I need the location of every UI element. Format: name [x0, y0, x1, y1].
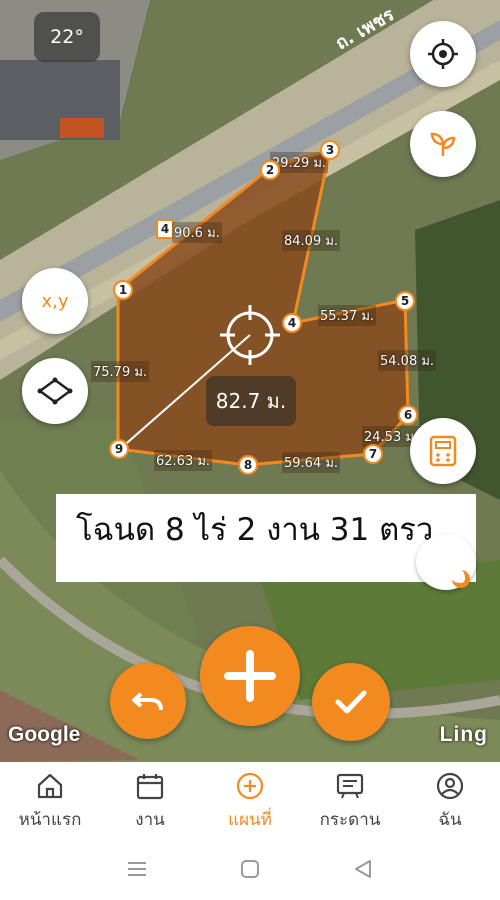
vertex-marker[interactable]: 1 — [113, 280, 133, 300]
plus-icon — [224, 650, 276, 702]
nav-profile[interactable]: ฉัน — [400, 762, 500, 838]
nav-label: งาน — [135, 810, 165, 830]
calculator-icon — [429, 435, 457, 467]
add-point-button[interactable] — [200, 626, 300, 726]
sprout-icon — [430, 132, 456, 156]
coordinate-button[interactable]: x,y — [22, 268, 88, 334]
menu-icon[interactable] — [126, 860, 148, 878]
vertex-marker[interactable]: 8 — [238, 455, 258, 475]
undo-icon — [132, 692, 163, 711]
calendar-icon — [136, 774, 164, 800]
segment-label: 90.6 ม. — [172, 222, 222, 243]
nav-board[interactable]: กระดาน — [300, 762, 400, 838]
user-icon — [436, 772, 464, 800]
nav-label: แผนที่ — [228, 810, 272, 830]
vertex-marker[interactable]: 9 — [109, 439, 129, 459]
distance-readout: 82.7 ม. — [206, 376, 296, 426]
segment-label: 55.37 ม. — [318, 305, 377, 326]
confirm-button[interactable] — [312, 663, 390, 741]
nav-tasks[interactable]: งาน — [100, 762, 200, 838]
segment-label: 84.09 ม. — [282, 230, 341, 251]
system-navigation-bar — [0, 838, 500, 900]
bottom-navigation: หน้าแรก งาน แผนที่ กระดาน ฉัน — [0, 762, 500, 838]
nav-map[interactable]: แผนที่ — [200, 762, 300, 838]
vertex-marker[interactable]: 5 — [395, 291, 415, 311]
toggle-handle[interactable] — [416, 534, 476, 590]
segment-label: 54.08 ม. — [378, 350, 437, 371]
crosshair-icon — [428, 39, 458, 69]
nav-label: ฉัน — [438, 810, 462, 830]
segment-label: 59.64 ม. — [282, 452, 341, 473]
home-button-icon[interactable] — [239, 858, 261, 880]
provider-attribution: Ling — [439, 723, 488, 746]
locate-button[interactable] — [410, 21, 476, 87]
nav-home[interactable]: หน้าแรก — [0, 762, 100, 838]
home-icon — [37, 773, 63, 799]
board-icon — [336, 773, 364, 799]
map-plus-icon — [236, 772, 264, 800]
xy-label: x,y — [41, 290, 69, 312]
vertex-marker[interactable]: 7 — [363, 444, 383, 464]
vertex-marker[interactable]: 3 — [320, 140, 340, 160]
deed-area-banner: โฉนด 8 ไร่ 2 งาน 31 ตรว. — [56, 494, 476, 582]
map-view[interactable]: ถ. เพชร 22° 29.29 ม. 84.09 ม. 4 90.6 ม. … — [0, 0, 500, 762]
nav-label: หน้าแรก — [18, 810, 82, 830]
back-icon[interactable] — [352, 858, 374, 880]
vertex-marker[interactable]: 4 — [282, 313, 302, 333]
vertex-marker[interactable]: 6 — [398, 405, 418, 425]
nav-label: กระดาน — [319, 810, 381, 830]
temperature-badge: 22° — [34, 12, 100, 62]
undo-button[interactable] — [110, 663, 186, 739]
plant-button[interactable] — [410, 111, 476, 177]
calculator-button[interactable] — [410, 418, 476, 484]
check-icon — [335, 690, 367, 714]
vertex-marker[interactable]: 2 — [260, 160, 280, 180]
polygon-button[interactable] — [22, 358, 88, 424]
polygon-icon — [37, 377, 73, 405]
google-attribution: Google — [8, 723, 81, 746]
segment-label: 75.79 ม. — [91, 361, 150, 382]
moon-icon — [452, 570, 470, 588]
segment-label: 62.63 ม. — [154, 450, 213, 471]
